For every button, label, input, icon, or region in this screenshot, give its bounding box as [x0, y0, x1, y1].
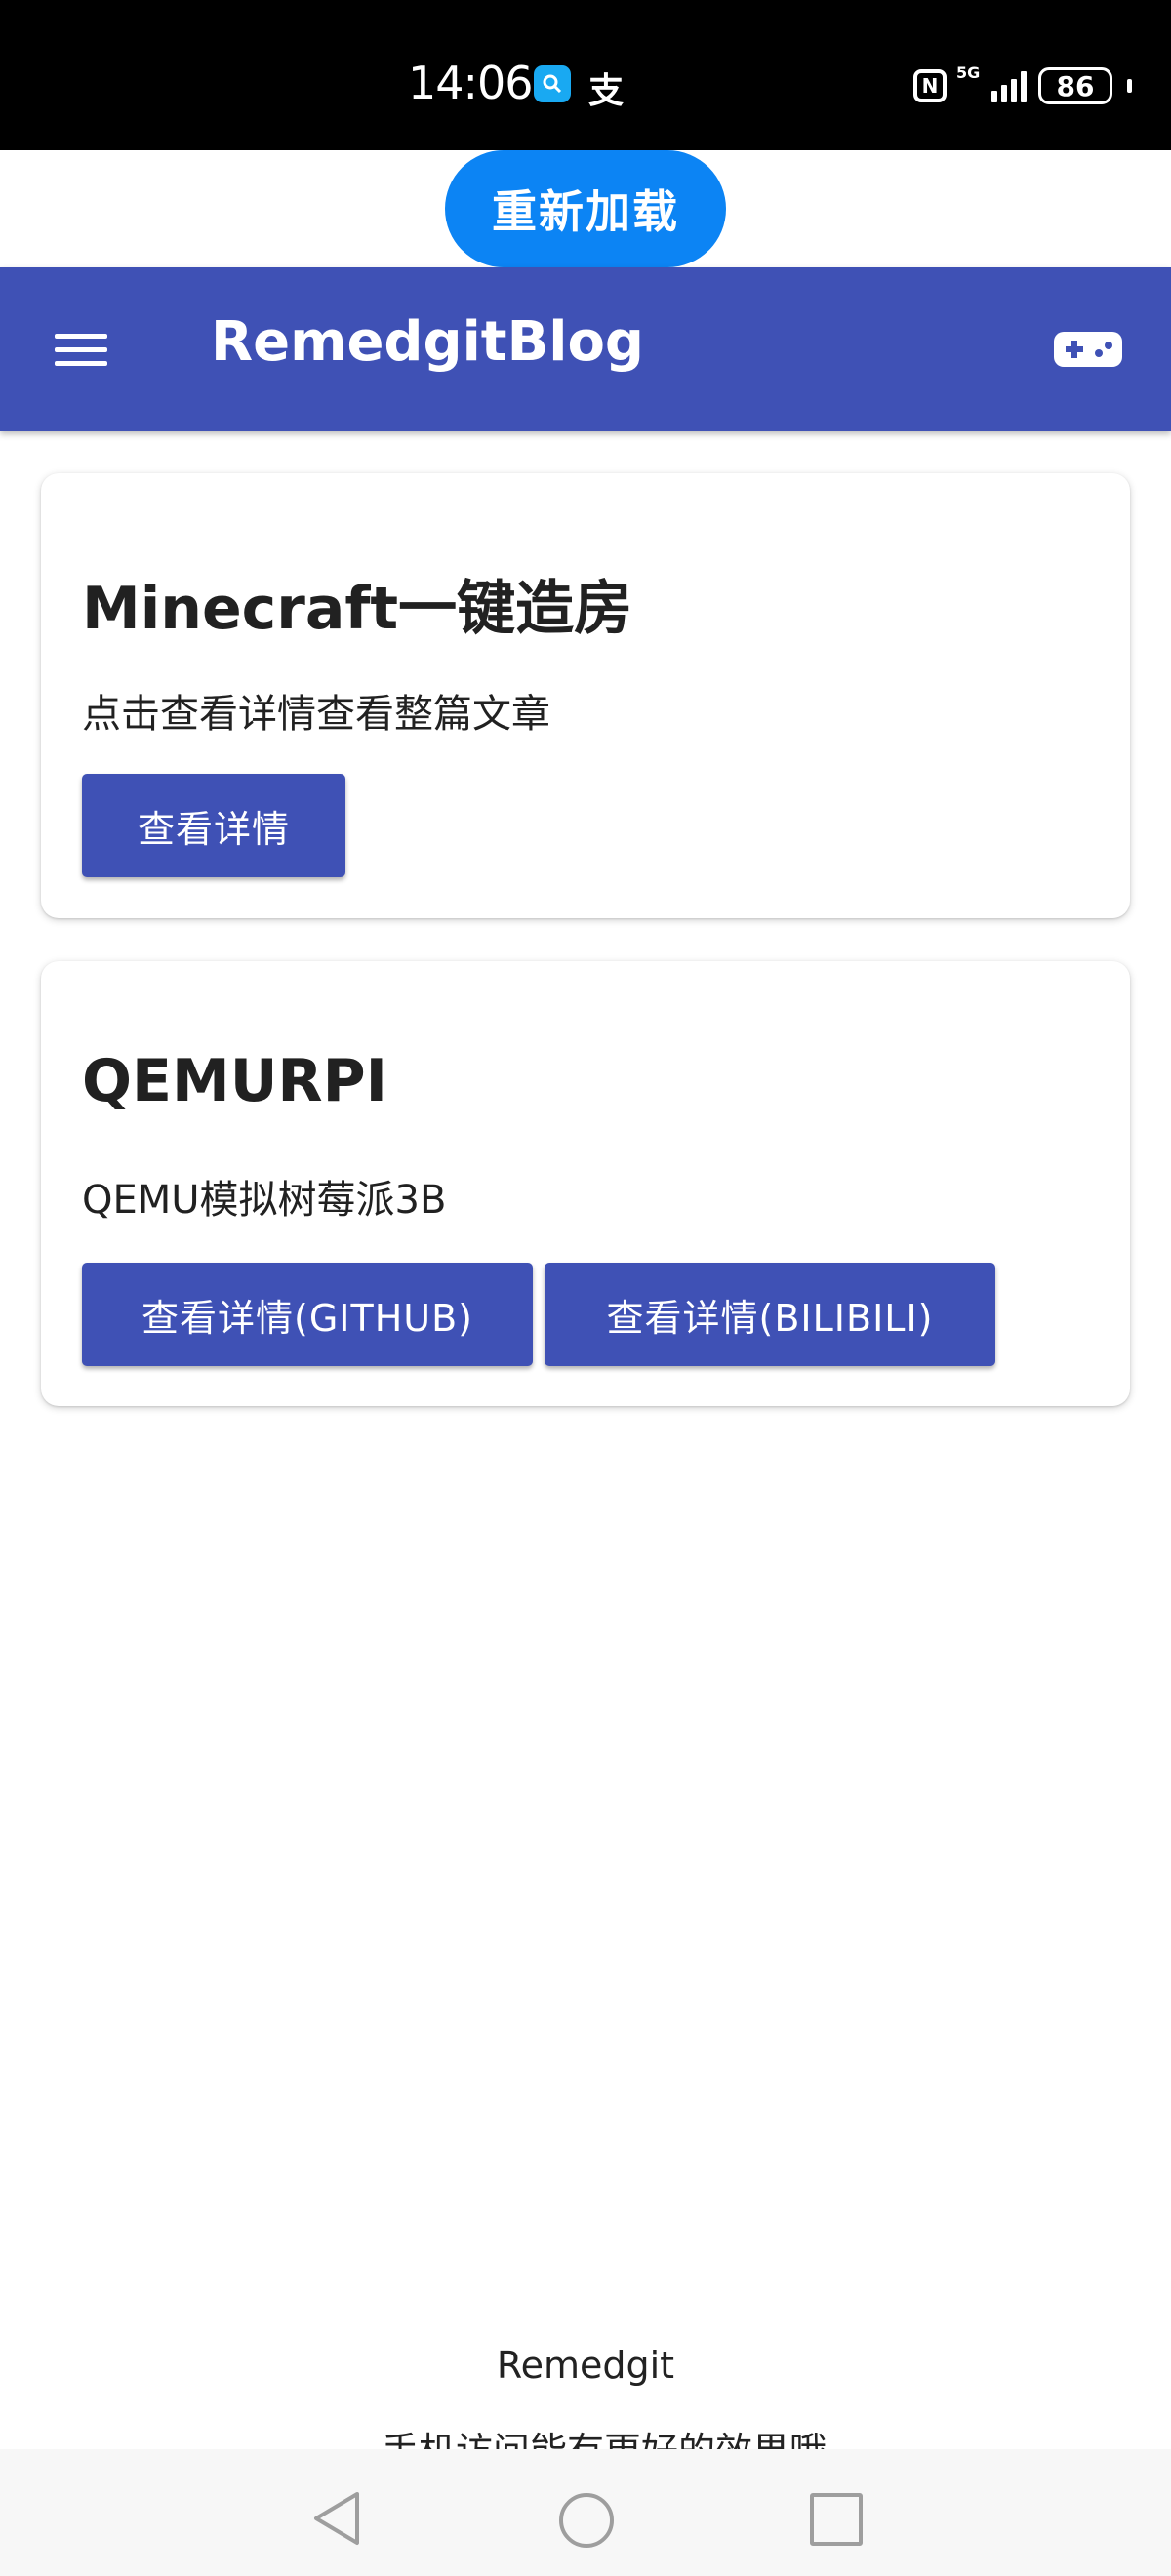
- recent-apps-icon[interactable]: [810, 2493, 863, 2546]
- system-nav-bar: [0, 2449, 1171, 2576]
- hamburger-menu-icon[interactable]: [55, 334, 107, 367]
- card-title: QEMURPI: [82, 1047, 387, 1115]
- signal-icon: 5G: [956, 65, 1027, 102]
- view-bilibili-button[interactable]: 查看详情(BILIBILI): [545, 1263, 995, 1366]
- back-icon[interactable]: [310, 2490, 363, 2551]
- search-app-icon: [534, 65, 571, 102]
- footer-author: Remedgit: [496, 2344, 675, 2387]
- gamepad-icon[interactable]: [1054, 330, 1122, 373]
- status-bar: 14:06 支 N 5G 86: [0, 0, 1171, 150]
- card-description: QEMU模拟树莓派3B: [82, 1178, 447, 1223]
- battery-tip: [1127, 79, 1132, 93]
- app-title: RemedgitBlog: [211, 310, 645, 374]
- app-bar: RemedgitBlog: [0, 267, 1171, 431]
- status-time: 14:06: [408, 57, 534, 109]
- reload-button[interactable]: 重新加载: [445, 150, 726, 267]
- alipay-icon: 支: [588, 71, 625, 111]
- nfc-icon: N: [913, 69, 947, 102]
- card-title: Minecraft一键造房: [82, 575, 633, 643]
- status-indicators: N 5G 86: [913, 60, 1132, 111]
- battery-level: 86: [1056, 69, 1095, 102]
- view-github-button[interactable]: 查看详情(GITHUB): [82, 1263, 533, 1366]
- network-type: 5G: [956, 63, 981, 82]
- post-card-qemurpi: QEMURPI QEMU模拟树莓派3B 查看详情(GITHUB) 查看详情(BI…: [41, 961, 1130, 1406]
- battery-icon: 86: [1038, 67, 1112, 104]
- card-description: 点击查看详情查看整篇文章: [82, 692, 550, 737]
- home-icon[interactable]: [559, 2493, 614, 2548]
- footer-note: …手机访问能有更好的效果哦: [0, 2428, 1171, 2449]
- view-details-button[interactable]: 查看详情: [82, 774, 345, 877]
- post-card-minecraft: Minecraft一键造房 点击查看详情查看整篇文章 查看详情: [41, 473, 1130, 918]
